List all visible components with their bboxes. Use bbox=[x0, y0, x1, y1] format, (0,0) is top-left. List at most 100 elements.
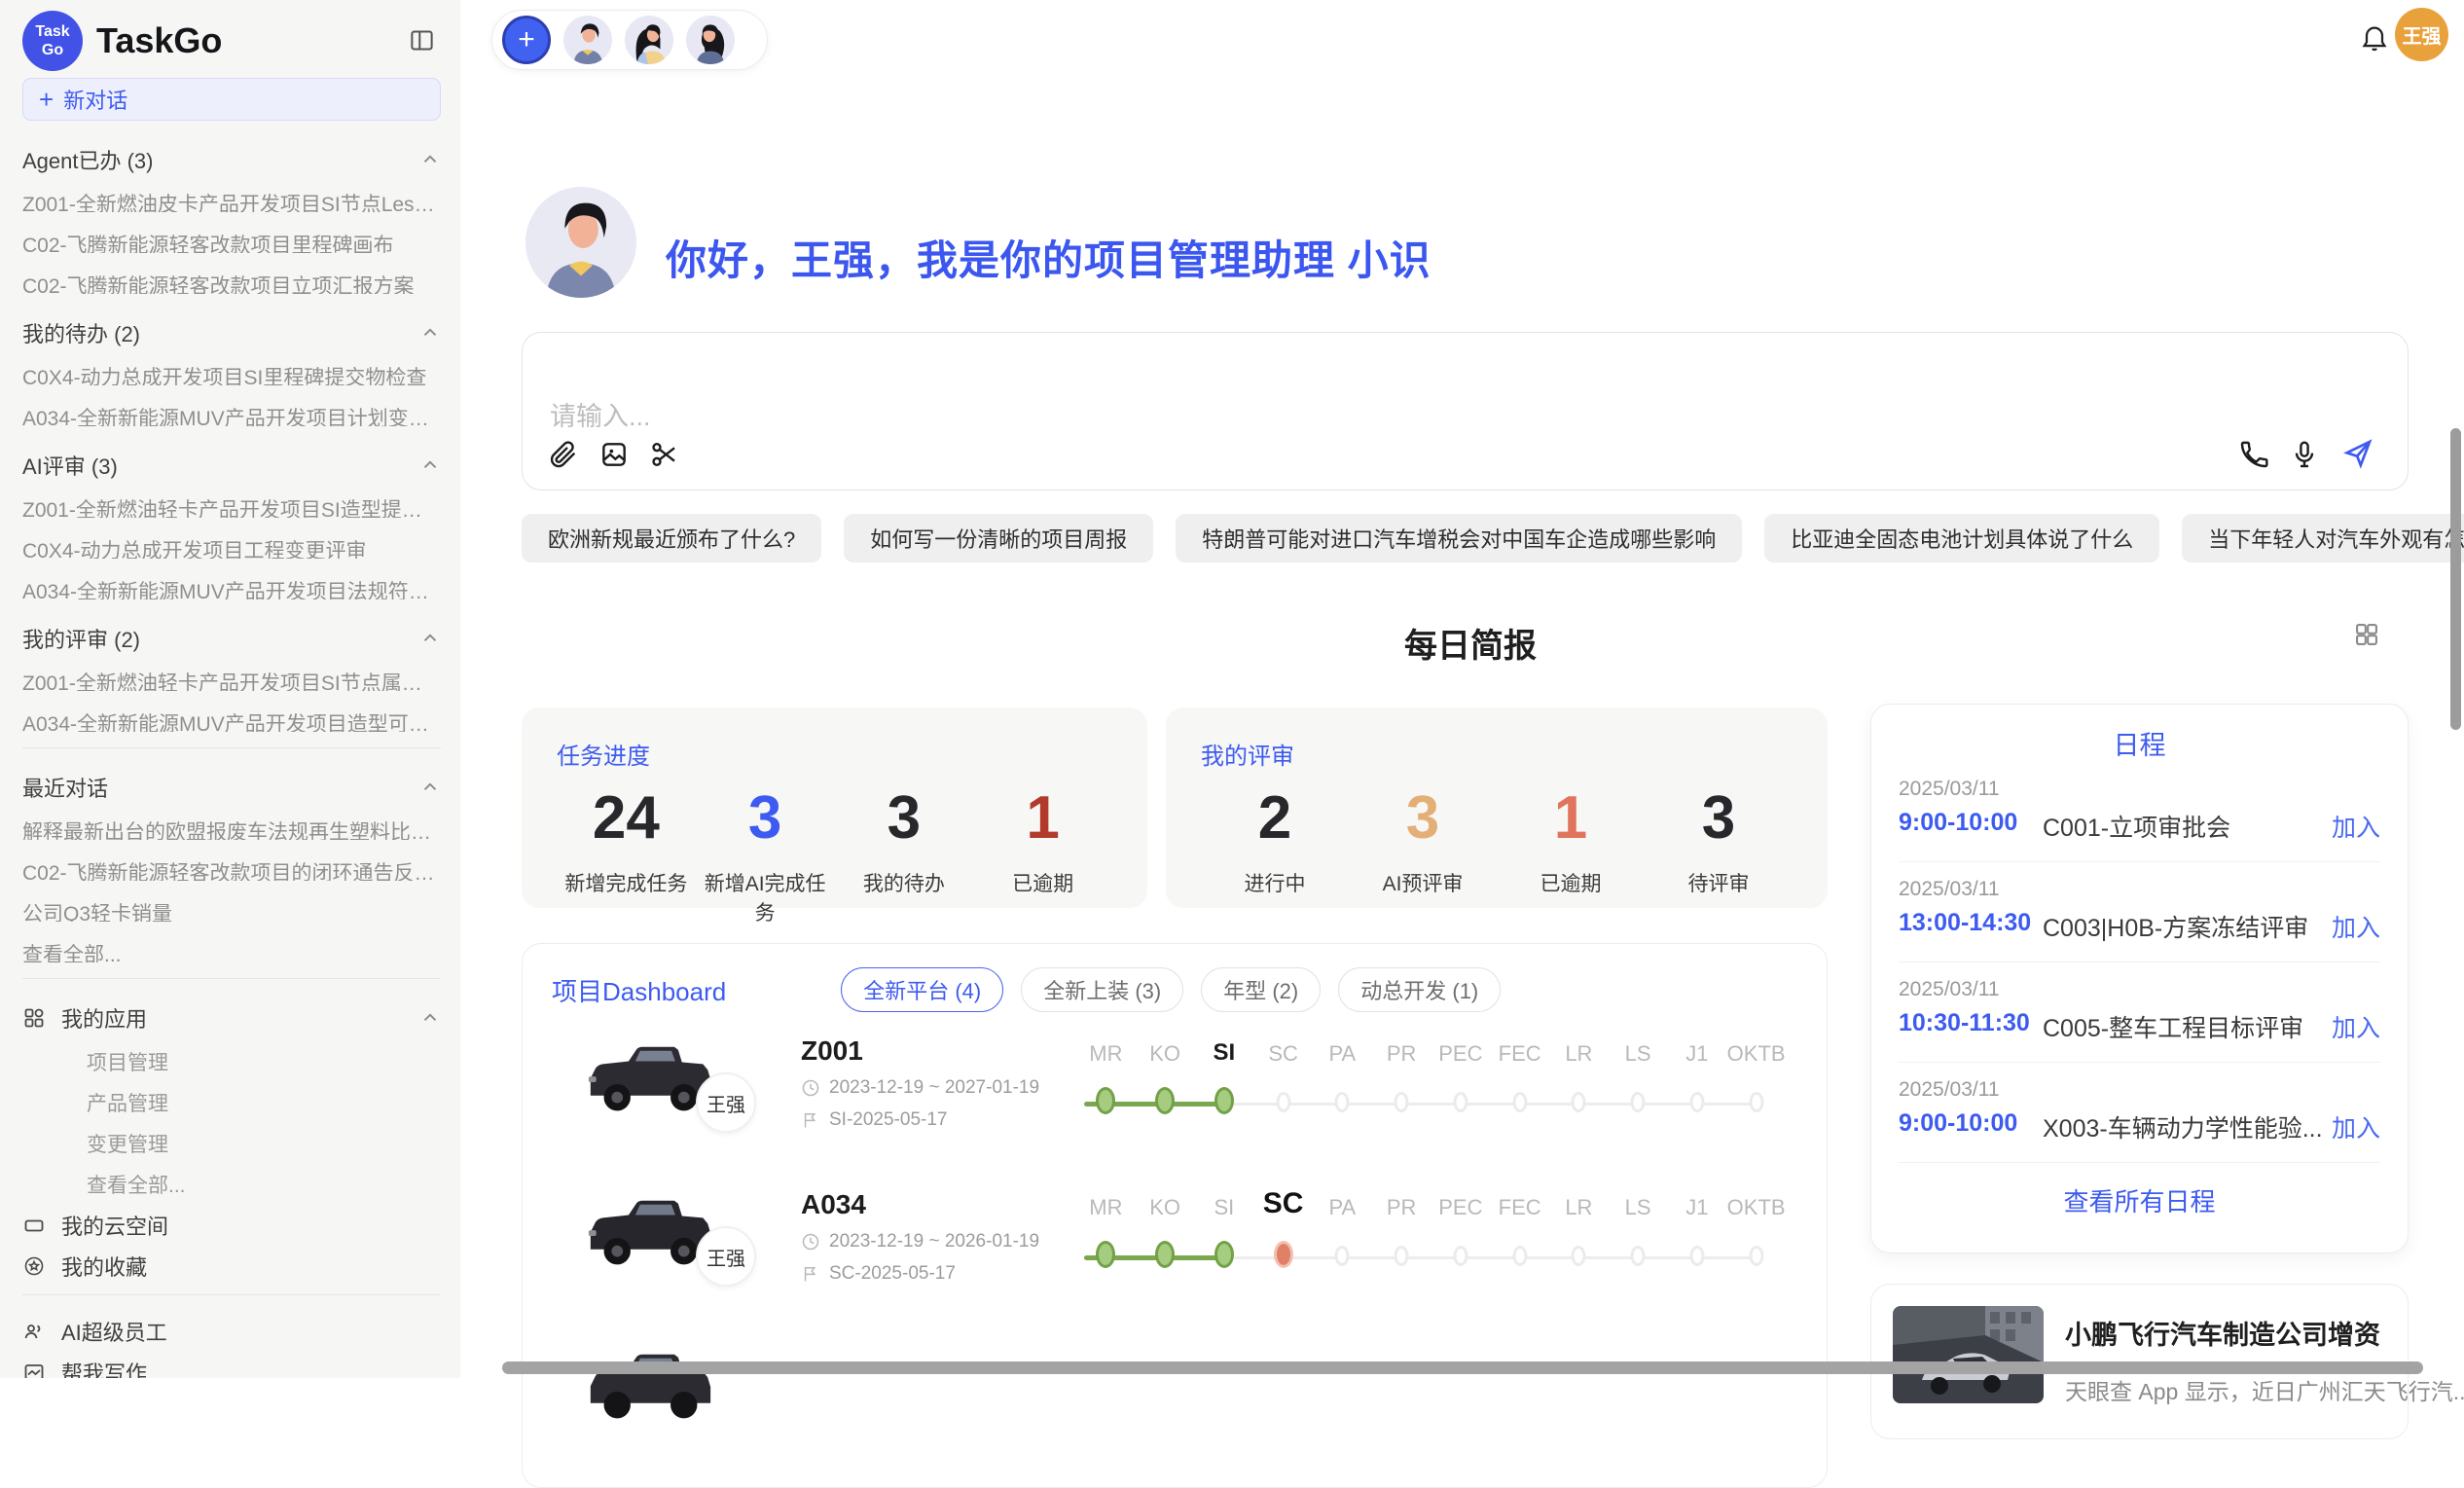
list-item[interactable]: Z001-全新燃油皮卡产品开发项目SI节点Lesson Learn报告 bbox=[22, 189, 441, 212]
milestone-dot bbox=[1689, 1092, 1704, 1112]
truck-image bbox=[583, 1191, 716, 1281]
layout-grid-icon[interactable] bbox=[2353, 621, 2380, 648]
list-item[interactable]: Z001-全新燃油轻卡产品开发项目SI造型提交物评审 bbox=[22, 494, 441, 518]
collapse-sidebar-icon[interactable] bbox=[409, 27, 435, 54]
milestone-dot bbox=[1631, 1092, 1646, 1112]
stat-my-todo: 3 我的待办 bbox=[835, 784, 974, 926]
suggestion-chip[interactable]: 欧洲新规最近颁布了什么? bbox=[522, 514, 821, 563]
milestone-label: LS bbox=[1609, 1195, 1668, 1220]
stat-overdue: 1 已逾期 bbox=[973, 784, 1112, 926]
milestone-dot bbox=[1276, 1092, 1290, 1112]
avatar[interactable] bbox=[563, 16, 612, 64]
chevron-up-icon[interactable] bbox=[419, 1007, 441, 1029]
project-row[interactable]: 王强 Z001 2023-12-19 ~ 2027-01-19 SI-2025-… bbox=[552, 1022, 1797, 1176]
sidebar-item-favorites[interactable]: 我的收藏 bbox=[22, 1253, 441, 1279]
suggestion-chip[interactable]: 比亚迪全固态电池计划具体说了什么 bbox=[1764, 514, 2159, 563]
section-my-todo[interactable]: 我的待办 (2) bbox=[22, 321, 441, 345]
write-doc-icon bbox=[22, 1361, 46, 1378]
milestone-dot-done bbox=[1096, 1087, 1115, 1114]
project-flag: SI-2025-05-17 bbox=[829, 1109, 947, 1131]
list-item[interactable]: C0X4-动力总成开发项目SI里程碑提交物检查 bbox=[22, 362, 441, 385]
filter-chip[interactable]: 全新平台 (4) bbox=[841, 967, 1003, 1012]
section-ai-review[interactable]: AI评审 (3) bbox=[22, 454, 441, 477]
chat-input[interactable]: 请输入... bbox=[550, 395, 651, 433]
stat-label: 已逾期 bbox=[973, 868, 1112, 897]
list-item[interactable]: C02-飞腾新能源轻客改款项目里程碑画布 bbox=[22, 230, 441, 253]
divider bbox=[22, 1294, 441, 1295]
avatar[interactable] bbox=[625, 16, 673, 64]
event-date: 2025/03/11 bbox=[1899, 778, 2000, 801]
chevron-up-icon[interactable] bbox=[419, 322, 441, 344]
view-all-schedule-link[interactable]: 查看所有日程 bbox=[1871, 1182, 2408, 1218]
app-product-mgmt[interactable]: 产品管理 bbox=[22, 1088, 441, 1111]
sidebar-item-ai-employee[interactable]: AI超级员工 bbox=[22, 1319, 441, 1344]
user-name: 王强 bbox=[2403, 20, 2442, 49]
suggestion-chip[interactable]: 特朗普可能对进口汽车增税会对中国车企造成哪些影响 bbox=[1176, 514, 1742, 563]
list-item[interactable]: 公司Q3轻卡销量 bbox=[22, 898, 441, 922]
view-all-apps[interactable]: 查看全部... bbox=[22, 1170, 441, 1193]
filter-chip[interactable]: 年型 (2) bbox=[1201, 967, 1321, 1012]
milestone-label: MR bbox=[1076, 1195, 1136, 1220]
stat-label: 待评审 bbox=[1645, 868, 1793, 897]
filter-chip[interactable]: 全新上装 (3) bbox=[1021, 967, 1183, 1012]
join-link[interactable]: 加入 bbox=[2332, 1009, 2380, 1044]
add-agent-button[interactable]: + bbox=[502, 16, 551, 64]
vertical-scrollbar[interactable] bbox=[2450, 428, 2461, 730]
milestone-dot bbox=[1749, 1246, 1763, 1266]
notification-bell-icon[interactable] bbox=[2359, 21, 2390, 53]
news-thumbnail bbox=[1893, 1306, 2044, 1403]
sidebar-item-cloud-space[interactable]: 我的云空间 bbox=[22, 1213, 441, 1238]
list-item[interactable]: 解释最新出台的欧盟报废车法规再生塑料比例被调至15%... bbox=[22, 817, 441, 840]
chat-input-card[interactable]: 请输入... bbox=[522, 332, 2409, 490]
list-item[interactable]: Z001-全新燃油轻卡产品开发项目SI节点属性5D文件评审 bbox=[22, 668, 441, 691]
project-row[interactable] bbox=[552, 1329, 1797, 1483]
list-item[interactable]: C02-飞腾新能源轻客改款项目的闭环通告反馈情况 bbox=[22, 857, 441, 881]
owner-badge: 王强 bbox=[696, 1072, 756, 1133]
join-link[interactable]: 加入 bbox=[2332, 1109, 2380, 1144]
suggestion-chip[interactable]: 当下年轻人对汽车外观有怎样的喜好趋势 bbox=[2182, 514, 2464, 563]
voice-call-icon[interactable] bbox=[2238, 439, 2269, 470]
section-agent-done[interactable]: Agent已办 (3) bbox=[22, 148, 441, 171]
list-item[interactable]: A034-全新新能源MUV产品开发项目造型可行性评审 bbox=[22, 708, 441, 732]
list-item[interactable]: A034-全新新能源MUV产品开发项目法规符合性评审 bbox=[22, 576, 441, 599]
app-logo: Task Go bbox=[22, 11, 83, 71]
project-name[interactable]: Z001 bbox=[801, 1035, 1044, 1067]
microphone-icon[interactable] bbox=[2289, 439, 2320, 470]
screenshot-scissors-icon[interactable] bbox=[649, 439, 680, 470]
list-item[interactable]: C0X4-动力总成开发项目工程变更评审 bbox=[22, 535, 441, 559]
chevron-up-icon[interactable] bbox=[419, 149, 441, 170]
sidebar-item-help-write[interactable]: 帮我写作 bbox=[22, 1360, 441, 1378]
milestone-label-current: SC bbox=[1253, 1187, 1313, 1220]
news-title[interactable]: 小鹏飞行汽车制造公司增资 bbox=[2065, 1314, 2464, 1352]
milestone-dot bbox=[1572, 1246, 1586, 1266]
chevron-up-icon[interactable] bbox=[419, 777, 441, 798]
avatar[interactable] bbox=[686, 16, 735, 64]
milestone-label: PA bbox=[1313, 1195, 1372, 1220]
filter-chip[interactable]: 动总开发 (1) bbox=[1338, 967, 1501, 1012]
section-my-apps[interactable]: 我的应用 bbox=[22, 1006, 441, 1030]
attachment-icon[interactable] bbox=[548, 439, 579, 470]
chevron-up-icon[interactable] bbox=[419, 628, 441, 649]
user-avatar[interactable]: 王强 bbox=[2395, 8, 2448, 61]
horizontal-scrollbar[interactable] bbox=[502, 1361, 2423, 1374]
chevron-up-icon[interactable] bbox=[419, 454, 441, 476]
list-item[interactable]: A034-全新新能源MUV产品开发项目计划变更表编写 bbox=[22, 403, 441, 426]
project-row[interactable]: 王强 A034 2023-12-19 ~ 2026-01-19 SC-2025-… bbox=[552, 1176, 1797, 1329]
section-title: Agent已办 (3) bbox=[22, 144, 154, 175]
app-project-mgmt[interactable]: 项目管理 bbox=[22, 1047, 441, 1071]
list-item[interactable]: C02-飞腾新能源轻客改款项目立项汇报方案 bbox=[22, 271, 441, 294]
image-upload-icon[interactable] bbox=[598, 439, 630, 470]
suggestion-chip[interactable]: 如何写一份清晰的项目周报 bbox=[844, 514, 1153, 563]
send-icon[interactable] bbox=[2341, 437, 2374, 470]
join-link[interactable]: 加入 bbox=[2332, 809, 2380, 844]
project-name[interactable]: A034 bbox=[801, 1189, 1044, 1220]
stat-label: AI预评审 bbox=[1349, 868, 1497, 897]
view-all-chats[interactable]: 查看全部... bbox=[22, 939, 441, 962]
section-recent-chats[interactable]: 最近对话 bbox=[22, 776, 441, 799]
new-chat-button[interactable]: + 新对话 bbox=[22, 78, 441, 121]
join-link[interactable]: 加入 bbox=[2332, 909, 2380, 944]
app-change-mgmt[interactable]: 变更管理 bbox=[22, 1129, 441, 1152]
owner-name: 王强 bbox=[707, 1243, 745, 1271]
truck-image bbox=[583, 1345, 716, 1434]
section-my-review[interactable]: 我的评审 (2) bbox=[22, 627, 441, 650]
